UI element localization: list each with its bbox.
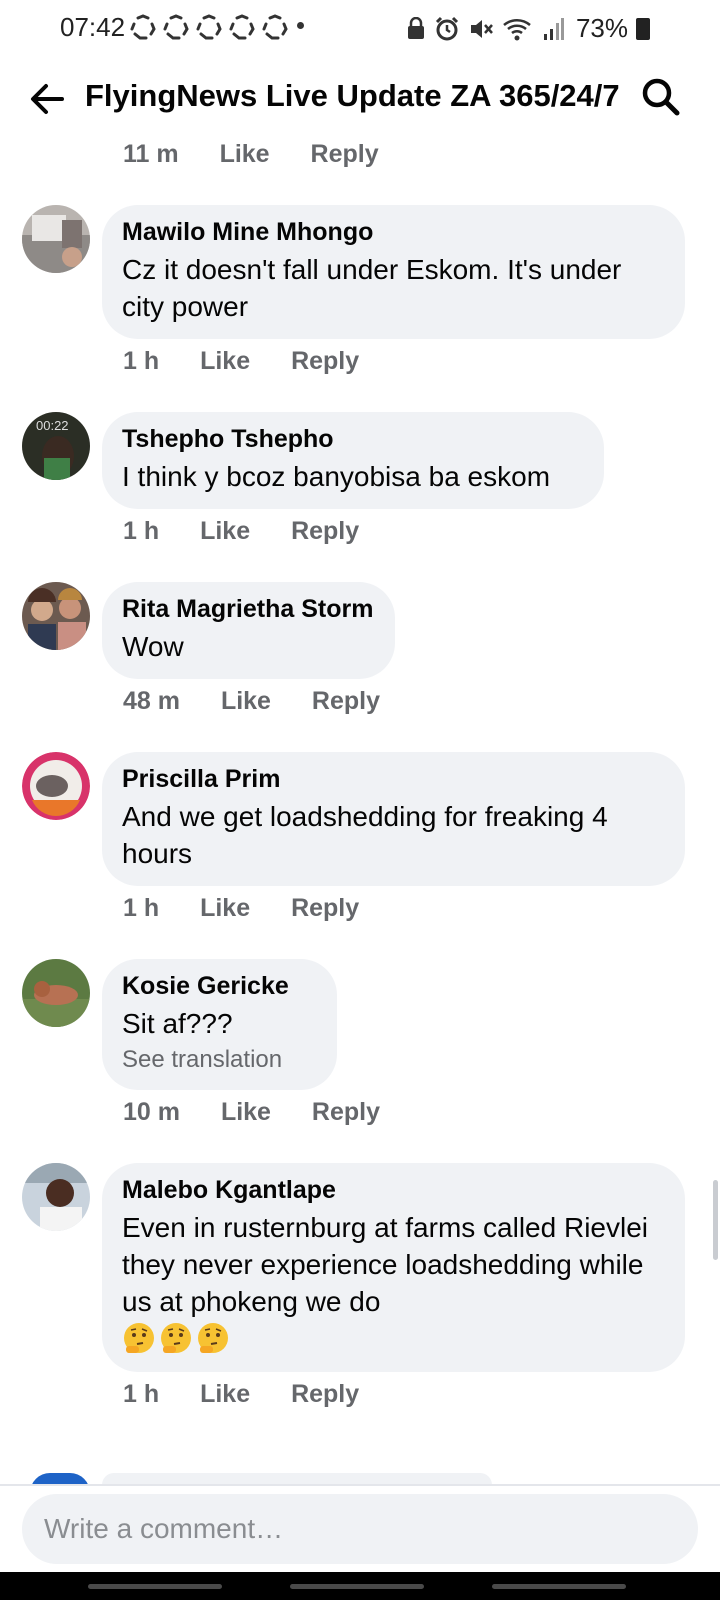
comment-author[interactable]: Mawilo Mine Mhongo: [122, 217, 665, 247]
comment-time: 1 h: [123, 517, 160, 545]
reply-button[interactable]: Reply: [312, 1098, 380, 1127]
avatar-video-timer: 00:22: [36, 418, 69, 433]
comment-actions: 1 h Like Reply: [123, 894, 359, 923]
recycle-icon: [196, 14, 222, 40]
reply-button[interactable]: Reply: [291, 1380, 359, 1409]
avatar[interactable]: 00:22: [22, 412, 90, 480]
mute-icon: [470, 19, 493, 38]
comment-actions: 11 m Like Reply: [123, 140, 379, 169]
like-button[interactable]: Like: [200, 347, 250, 376]
thinking-face-emoji: [124, 1323, 154, 1353]
comment-author[interactable]: Rita Magrietha Storm: [122, 594, 375, 624]
comment-actions: 1 h Like Reply: [123, 347, 359, 376]
comment-text: And we get loadshedding for freaking 4 h…: [122, 801, 608, 869]
recycle-icon: [163, 14, 189, 40]
page-title: FlyingNews Live Update ZA 365/24/7: [85, 78, 620, 113]
comment-author[interactable]: Tshepho Tshepho: [122, 424, 584, 454]
header: FlyingNews Live Update ZA 365/24/7: [0, 64, 720, 132]
emoji-row: [122, 1322, 665, 1358]
comment-bubble: Rita Magrietha Storm Wow: [102, 582, 395, 679]
recycle-icon: [130, 14, 156, 40]
avatar[interactable]: [22, 1163, 90, 1231]
comment-bubble: Tshepho Tshepho I think y bcoz banyobisa…: [102, 412, 604, 509]
status-time: 07:42: [60, 12, 126, 42]
comment-time: 11 m: [123, 140, 179, 168]
status-bar: 07:42 73%: [0, 0, 720, 56]
like-button[interactable]: Like: [221, 1098, 271, 1127]
reply-button[interactable]: Reply: [291, 517, 359, 546]
comment-author[interactable]: Priscilla Prim: [122, 764, 665, 794]
comment-text: Cz it doesn't fall under Eskom. It's und…: [122, 254, 622, 322]
comment-actions: 48 m Like Reply: [123, 687, 380, 716]
wifi-icon: [503, 18, 531, 40]
system-navigation-bar: [0, 1572, 720, 1600]
comment-text: I think y bcoz banyobisa ba eskom: [122, 461, 551, 492]
comment-author[interactable]: Kosie Gericke: [122, 971, 317, 1001]
reply-button[interactable]: Reply: [291, 347, 359, 376]
nav-recents-button[interactable]: [88, 1584, 222, 1589]
comment-bubble: Kosie Gericke Sit af??? See translation: [102, 959, 337, 1090]
arrow-left-icon[interactable]: [26, 78, 68, 120]
like-button[interactable]: Like: [200, 517, 250, 546]
comment-time: 1 h: [123, 1380, 160, 1408]
comment-time: 1 h: [123, 894, 160, 922]
battery-percent: 73%: [575, 13, 628, 43]
reply-button[interactable]: Reply: [311, 140, 379, 169]
lock-icon: [407, 16, 424, 39]
like-button[interactable]: Like: [220, 140, 270, 169]
see-translation-link[interactable]: See translation: [122, 1044, 317, 1076]
comment-time: 10 m: [123, 1098, 180, 1126]
avatar[interactable]: [22, 205, 90, 273]
recycle-icon: [229, 14, 255, 40]
comment-time: 1 h: [123, 347, 160, 375]
search-icon[interactable]: [640, 76, 682, 118]
like-button[interactable]: Like: [221, 687, 271, 716]
comment-bubble: Mawilo Mine Mhongo Cz it doesn't fall un…: [102, 205, 685, 339]
thinking-face-emoji: [198, 1323, 228, 1353]
like-button[interactable]: Like: [200, 1380, 250, 1409]
comment-actions: 1 h Like Reply: [123, 1380, 359, 1409]
like-button[interactable]: Like: [200, 894, 250, 923]
comment-actions: 1 h Like Reply: [123, 517, 359, 546]
alarm-icon: [435, 16, 459, 40]
comment-input[interactable]: [22, 1494, 698, 1564]
comment-time: 48 m: [123, 687, 180, 715]
comment-text: Wow: [122, 631, 184, 662]
nav-back-button[interactable]: [492, 1584, 626, 1589]
status-icons: 73%: [406, 13, 650, 44]
scrollbar[interactable]: [713, 1180, 718, 1260]
reply-button[interactable]: Reply: [312, 687, 380, 716]
thinking-face-emoji: [161, 1323, 191, 1353]
avatar[interactable]: [22, 582, 90, 650]
comment-actions: 10 m Like Reply: [123, 1098, 380, 1127]
comment-bubble: Priscilla Prim And we get loadshedding f…: [102, 752, 685, 886]
comment-text: Even in rusternburg at farms called Riev…: [122, 1212, 649, 1317]
notification-dot-icon: [297, 22, 304, 29]
recycle-icon: [262, 14, 288, 40]
comment-author[interactable]: Malebo Kgantlape: [122, 1175, 665, 1205]
signal-icon: [543, 17, 564, 40]
battery-icon: [636, 17, 650, 40]
avatar[interactable]: [22, 959, 90, 1027]
comment-text: Sit af???: [122, 1008, 233, 1039]
avatar[interactable]: [22, 752, 90, 820]
comment-bubble: Malebo Kgantlape Even in rusternburg at …: [102, 1163, 685, 1372]
nav-home-button[interactable]: [290, 1584, 424, 1589]
reply-button[interactable]: Reply: [291, 894, 359, 923]
